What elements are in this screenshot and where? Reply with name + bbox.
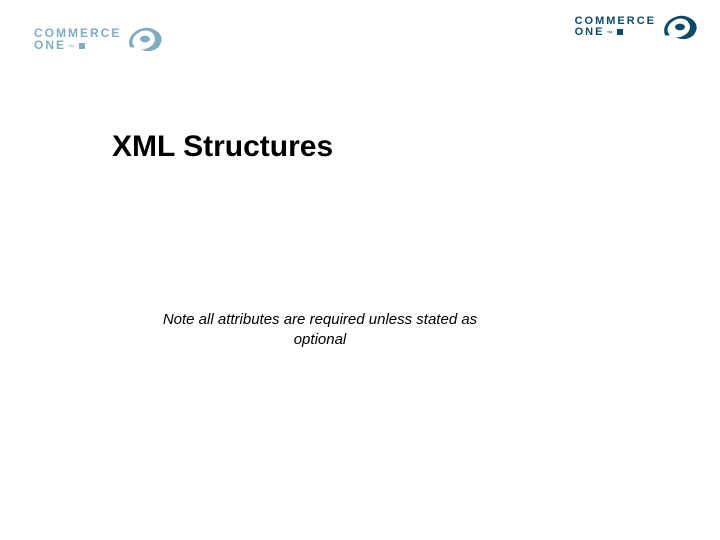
brand-logo-top-left: COMMERCE ONE ™ — [34, 22, 165, 56]
brand-tm: ™ — [606, 31, 612, 37]
swirl-icon — [125, 22, 165, 56]
swirl-icon — [660, 10, 700, 44]
brand-line2: ONE — [34, 39, 66, 51]
slide-note: Note all attributes are required unless … — [160, 310, 480, 349]
brand-text: COMMERCE ONE ™ — [575, 16, 656, 38]
brand-tm: ™ — [68, 45, 74, 51]
slide-title: XML Structures — [112, 130, 333, 164]
brand-line2: ONE — [575, 27, 605, 38]
brand-line2-wrap: ONE ™ — [575, 27, 656, 38]
brand-dot — [79, 43, 85, 49]
brand-line2-wrap: ONE ™ — [34, 39, 121, 51]
brand-text: COMMERCE ONE ™ — [34, 27, 121, 51]
brand-logo-top-right: COMMERCE ONE ™ — [575, 10, 700, 44]
brand-dot — [617, 29, 623, 35]
